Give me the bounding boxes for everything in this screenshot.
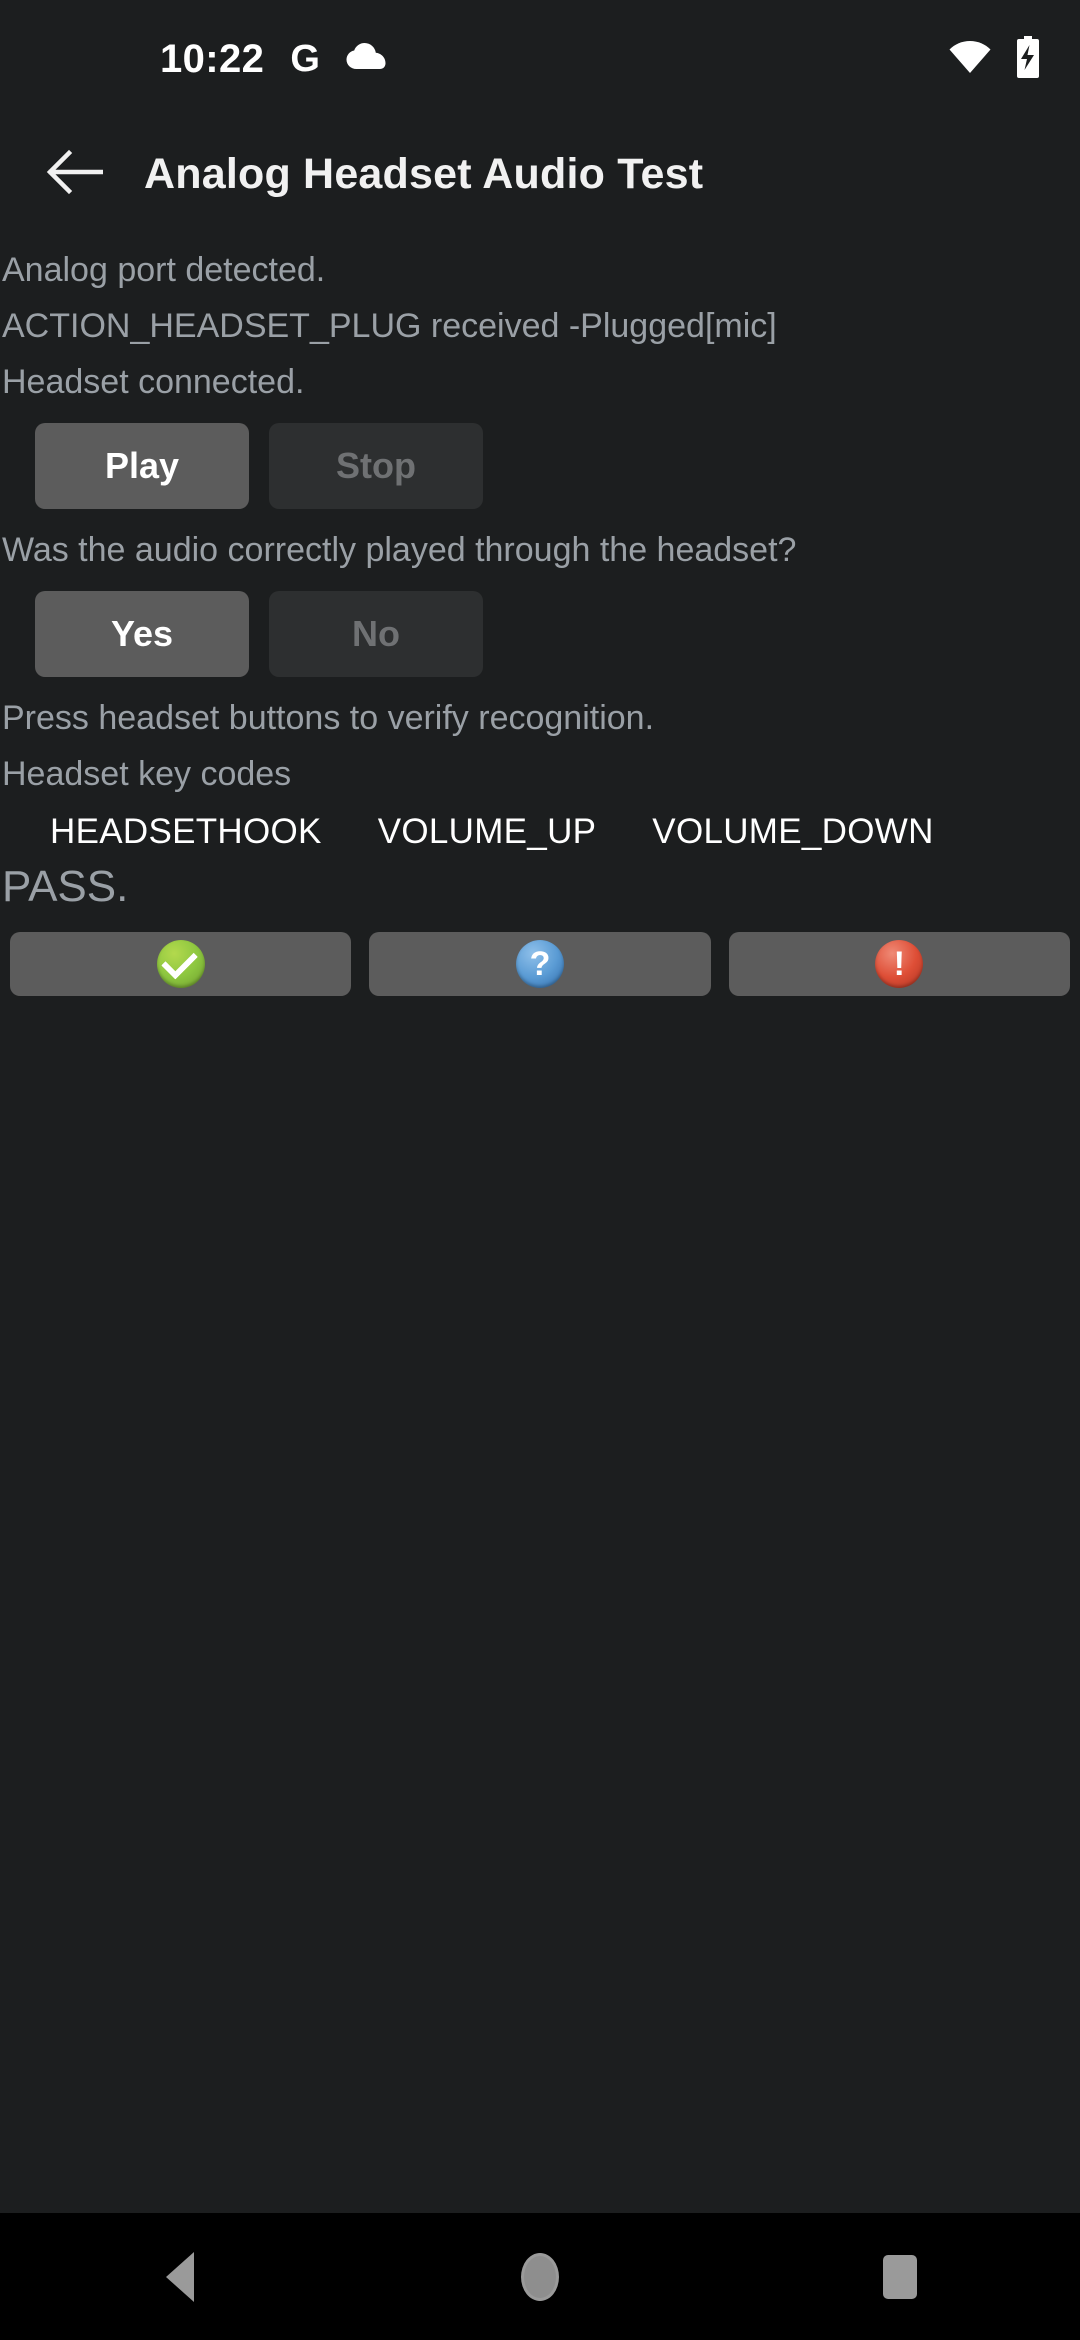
page-title: Analog Headset Audio Test [144,149,704,198]
yes-button[interactable]: Yes [35,591,249,677]
play-button[interactable]: Play [35,423,249,509]
wifi-icon [948,40,992,79]
keycode-volume-down: VOLUME_DOWN [652,812,934,851]
fail-button[interactable]: ! [728,932,1070,996]
verdict-button-row: ? ! [0,932,1080,996]
google-icon: G [290,38,320,80]
status-bar-right [948,0,1042,118]
nav-back-icon [166,2251,194,2302]
arrow-left-icon [45,148,104,201]
back-button[interactable] [32,132,116,216]
playback-button-row: Play Stop [0,423,1080,509]
main-content: Analog port detected. ACTION_HEADSET_PLU… [0,230,1080,2213]
nav-recents-icon [883,2254,917,2299]
press-instruction-label: Press headset buttons to verify recognit… [2,699,655,737]
info-button[interactable]: ? [369,932,711,996]
exclamation-circle-icon: ! [875,940,924,988]
navigation-bar [0,2213,1080,2340]
battery-charging-icon [1014,35,1042,83]
check-glyph [160,942,198,980]
result-text: PASS. [2,862,129,911]
status-bar: 10:22 G [0,0,1080,118]
pass-button[interactable] [10,932,352,996]
answer-button-row: Yes No [0,591,1080,677]
status-line-analog-port: Analog port detected. [2,251,326,289]
status-line-headset-connected: Headset connected. [2,363,305,401]
keycode-volume-up: VOLUME_UP [377,812,597,851]
cloud-icon [346,42,386,76]
keycode-headsethook: HEADSETHOOK [50,812,322,851]
phone-screen: 10:22 G Analog Headset Audio Test Analog… [0,0,1080,2340]
question-circle-icon: ? [515,940,564,988]
stop-button: Stop [269,423,483,509]
nav-home-icon [521,2252,559,2301]
audio-question-label: Was the audio correctly played through t… [2,531,797,569]
status-line-action-headset-plug: ACTION_HEADSET_PLUG received -Plugged[mi… [2,307,777,345]
nav-home-button[interactable] [480,2217,600,2337]
keycodes-label: Headset key codes [2,755,292,793]
app-bar: Analog Headset Audio Test [0,118,1080,230]
check-circle-icon [156,940,205,988]
no-button: No [269,591,483,677]
status-clock: 10:22 [160,37,265,81]
status-bar-left: 10:22 G [160,0,386,118]
keycode-row: HEADSETHOOK VOLUME_UP VOLUME_DOWN [0,812,1080,852]
nav-recents-button[interactable] [840,2217,960,2337]
nav-back-button[interactable] [120,2217,240,2337]
